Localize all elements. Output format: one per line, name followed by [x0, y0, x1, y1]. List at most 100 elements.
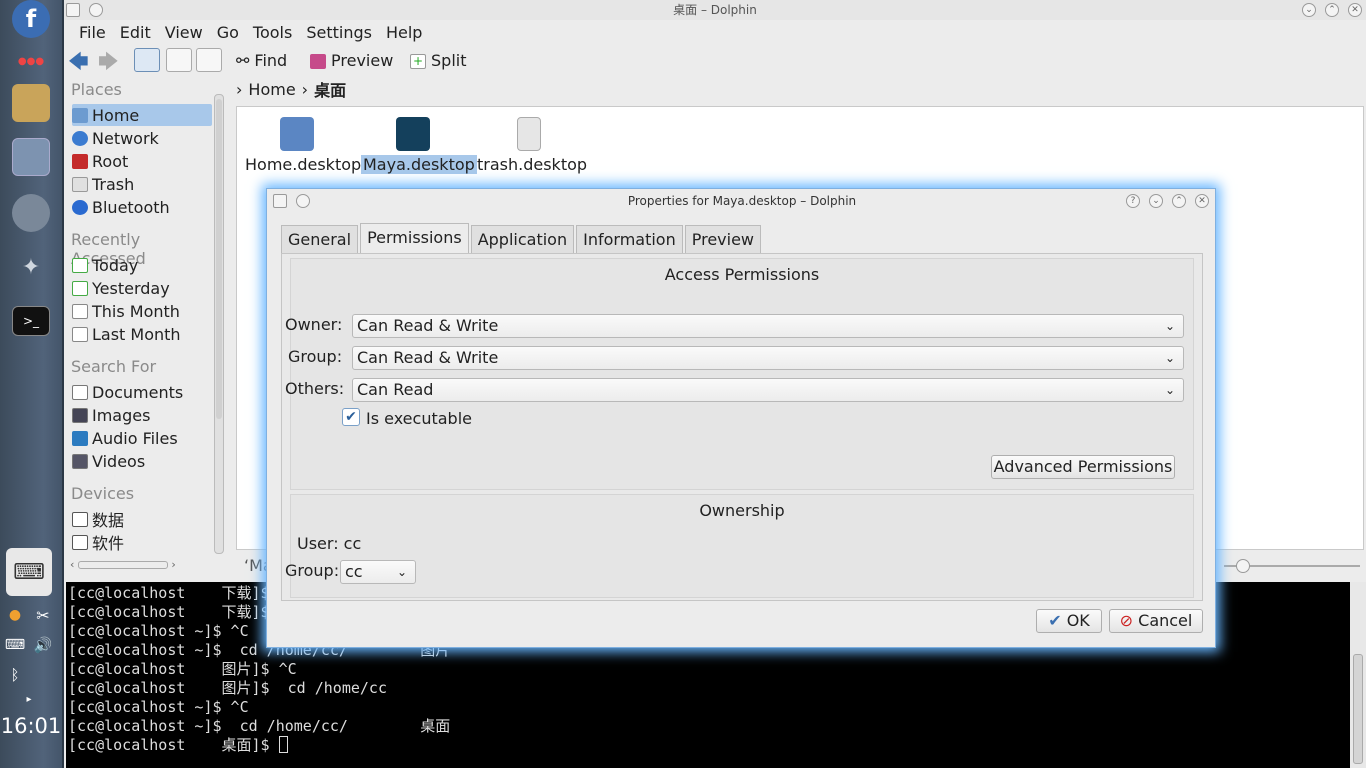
details-view-button[interactable]: [166, 48, 192, 72]
maximize-icon[interactable]: ⌃: [1325, 3, 1339, 17]
owner-permission-select[interactable]: Can Read & Write ⌄: [352, 314, 1184, 338]
back-arrow-icon[interactable]: 🡄: [68, 48, 89, 74]
gimp-icon[interactable]: ✦: [12, 248, 50, 286]
breadcrumb-home[interactable]: Home: [248, 80, 295, 99]
volume-icon[interactable]: 🔊: [32, 634, 54, 656]
window-pin-icon[interactable]: [89, 3, 103, 17]
menu-settings[interactable]: Settings: [299, 20, 379, 46]
columns-view-button[interactable]: [196, 48, 222, 72]
audio-icon: [72, 430, 88, 446]
tab-information[interactable]: Information: [576, 225, 683, 253]
others-permission-select[interactable]: Can Read ⌄: [352, 378, 1184, 402]
ownership-group: Ownership: [290, 494, 1194, 598]
menu-tools[interactable]: Tools: [246, 20, 299, 46]
places-item-bluetooth[interactable]: Bluetooth: [72, 196, 212, 218]
preview-button[interactable]: Preview: [310, 48, 393, 74]
recent-item-yesterday[interactable]: Yesterday: [72, 277, 212, 299]
tab-preview[interactable]: Preview: [684, 225, 762, 253]
dialog-title: Properties for Maya.desktop – Dolphin: [627, 194, 857, 208]
keyboard-icon[interactable]: ⌨: [4, 634, 26, 656]
tab-permissions[interactable]: Permissions: [360, 223, 469, 253]
file-item[interactable]: trash.desktop: [477, 117, 587, 174]
bluetooth-tray-icon[interactable]: ᛒ: [4, 664, 26, 686]
zoom-slider[interactable]: [1224, 559, 1360, 573]
menu-edit[interactable]: Edit: [113, 20, 158, 46]
menu-file[interactable]: File: [72, 20, 113, 46]
home-folder-icon: [280, 117, 314, 151]
dialog-tabs: General Permissions Application Informat…: [281, 223, 763, 253]
search-item-images[interactable]: Images: [72, 404, 212, 426]
recent-item-this-month[interactable]: This Month: [72, 300, 212, 322]
preview-icon: [310, 53, 326, 69]
forward-arrow-icon[interactable]: 🡆: [98, 48, 119, 74]
breadcrumb-current[interactable]: 桌面: [314, 77, 346, 101]
terminal-line: [cc@localhost ~]$ cd /home/cc/ 桌面: [68, 717, 451, 735]
search-item-audio[interactable]: Audio Files: [72, 427, 212, 449]
places-heading: Places: [71, 80, 122, 99]
file-item[interactable]: Home.desktop: [245, 117, 361, 174]
places-panel: Places Home Network Root Trash Bluetooth…: [64, 76, 212, 556]
expand-tray-icon[interactable]: ▸: [18, 690, 40, 708]
terminal-icon[interactable]: >_: [12, 306, 50, 336]
dialog-menu-icon[interactable]: [273, 194, 287, 208]
places-scrollbar[interactable]: [214, 94, 224, 554]
fedora-launcher-icon[interactable]: f: [12, 0, 50, 38]
places-item-root[interactable]: Root: [72, 150, 212, 172]
menu-go[interactable]: Go: [210, 20, 246, 46]
browser-icon[interactable]: [12, 194, 50, 232]
icons-view-button[interactable]: [134, 48, 160, 72]
dialog-titlebar[interactable]: Properties for Maya.desktop – Dolphin ? …: [267, 189, 1217, 213]
ownership-group-select[interactable]: cc ⌄: [340, 560, 416, 584]
updates-tray-icon[interactable]: ●: [4, 604, 26, 626]
ownership-heading: Ownership: [699, 501, 785, 520]
tab-application[interactable]: Application: [470, 225, 575, 253]
menu-view[interactable]: View: [158, 20, 210, 46]
search-item-videos[interactable]: Videos: [72, 450, 212, 472]
dialog-pin-icon[interactable]: [296, 194, 310, 208]
recent-item-today[interactable]: Today: [72, 254, 212, 276]
terminal-scrollbar[interactable]: [1350, 582, 1366, 768]
executable-checkbox[interactable]: ✔: [342, 408, 360, 426]
documents-icon: [72, 384, 88, 400]
package-icon[interactable]: [12, 84, 50, 122]
dialog-maximize-icon[interactable]: ⌃: [1172, 194, 1186, 208]
network-tray-icon[interactable]: ⌨: [6, 548, 52, 596]
window-titlebar[interactable]: 桌面 – Dolphin ⌄ ⌃ ✕: [64, 0, 1366, 20]
group-permission-select[interactable]: Can Read & Write ⌄: [352, 346, 1184, 370]
places-item-trash[interactable]: Trash: [72, 173, 212, 195]
split-button[interactable]: + Split: [410, 48, 466, 74]
places-hscrollbar[interactable]: ‹ ›: [70, 558, 210, 571]
clock[interactable]: 16:01: [0, 714, 62, 738]
search-item-documents[interactable]: Documents: [72, 381, 212, 403]
activities-icon[interactable]: ●●●: [12, 42, 50, 80]
menu-help[interactable]: Help: [379, 20, 429, 46]
places-item-home[interactable]: Home: [72, 104, 212, 126]
chevron-right-icon: ›: [301, 79, 309, 99]
device-item-software[interactable]: 软件: [72, 531, 212, 553]
ok-button[interactable]: ✔ OK: [1036, 609, 1102, 633]
scissors-icon[interactable]: ✂: [32, 604, 54, 626]
window-menu-icon[interactable]: [66, 3, 80, 17]
dialog-close-icon[interactable]: ✕: [1195, 194, 1209, 208]
check-icon: ✔: [1048, 611, 1062, 630]
close-icon[interactable]: ✕: [1348, 3, 1362, 17]
find-button[interactable]: ⚯ Find: [236, 48, 287, 74]
terminal-line: [cc@localhost ~]$ ^C: [68, 698, 249, 716]
maya-icon: [396, 117, 430, 151]
dialog-minimize-icon[interactable]: ⌄: [1149, 194, 1163, 208]
minimize-icon[interactable]: ⌄: [1302, 3, 1316, 17]
file-item[interactable]: Maya.desktop: [361, 117, 477, 174]
desktop-panel: f ●●● ✦ >_ ⌨ ● ✂ ⌨ 🔊 ᛒ ▸ 16:01: [0, 0, 62, 768]
recent-item-last-month[interactable]: Last Month: [72, 323, 212, 345]
dolphin-task-icon[interactable]: [12, 138, 50, 176]
device-item-data[interactable]: 数据: [72, 508, 212, 530]
advanced-permissions-button[interactable]: Advanced Permissions: [991, 455, 1175, 479]
trash-icon: [72, 176, 88, 192]
network-icon: [72, 130, 88, 146]
terminal-line: [cc@localhost 图片]$ cd /home/cc: [68, 679, 387, 697]
help-icon[interactable]: ?: [1126, 194, 1140, 208]
cancel-button[interactable]: ⊘ Cancel: [1109, 609, 1203, 633]
tab-general[interactable]: General: [281, 225, 359, 253]
places-item-network[interactable]: Network: [72, 127, 212, 149]
terminal-line: [cc@localhost 桌面]$: [68, 736, 279, 754]
